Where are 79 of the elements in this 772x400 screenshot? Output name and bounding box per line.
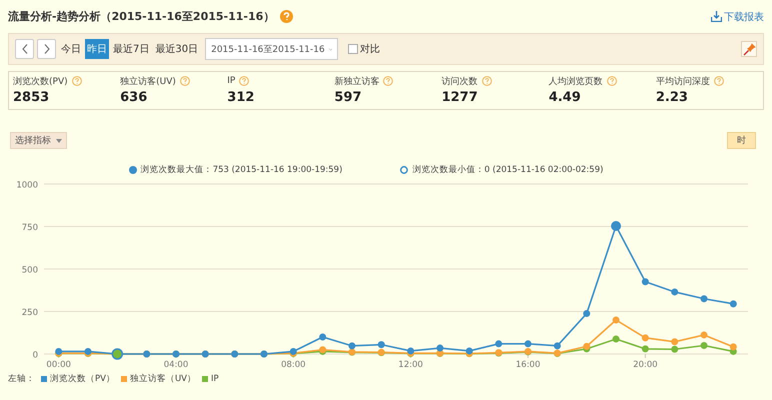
help-icon[interactable] xyxy=(383,76,394,86)
previous-button[interactable] xyxy=(15,39,34,59)
axis-label: 04:00 xyxy=(164,360,188,368)
axis-label: 0 xyxy=(32,350,38,360)
data-point xyxy=(700,295,708,302)
metric-value: 636 xyxy=(120,90,148,105)
date-range-tab[interactable]: 最近7日 xyxy=(111,39,152,59)
metric-value: 2.23 xyxy=(656,90,689,105)
metric-value: 597 xyxy=(334,90,363,105)
hour-button[interactable]: 时 xyxy=(727,132,756,149)
help-icon[interactable] xyxy=(239,76,250,86)
help-icon[interactable] xyxy=(606,76,617,86)
metric-label: IP xyxy=(227,76,236,86)
help-icon[interactable] xyxy=(72,76,82,86)
axis-label: 20:00 xyxy=(633,360,658,368)
compare-checkbox[interactable] xyxy=(348,44,358,54)
caret-icon xyxy=(56,138,62,142)
legend-label[interactable]: IP xyxy=(211,374,219,384)
data-point xyxy=(319,334,326,340)
date-range-dropdown[interactable]: 2015-11-16至2015-11-16 xyxy=(205,38,338,60)
date-range-tab[interactable]: 今日 xyxy=(59,39,83,59)
metric-value: 312 xyxy=(227,90,256,105)
chevron-right-icon xyxy=(44,44,50,54)
metric-value: 4.49 xyxy=(548,90,582,105)
help-icon[interactable] xyxy=(280,10,294,23)
chart-annotation: 浏览次数最小值：0 (2015-11-16 02:00-02:59) xyxy=(412,164,604,176)
metric-label: 访问次数 xyxy=(442,76,478,88)
metric-value: 2853 xyxy=(13,90,50,105)
metric-value: 1277 xyxy=(442,90,479,105)
legend-title: 左轴： xyxy=(8,373,35,385)
axis-label: 500 xyxy=(22,266,38,276)
help-icon[interactable] xyxy=(482,76,492,86)
data-point xyxy=(612,336,620,343)
data-point xyxy=(495,349,502,356)
page-title: 流量分析-趋势分析（2015-11-16至2015-11-16） xyxy=(8,9,274,24)
axis-label: 00:00 xyxy=(46,360,71,368)
axis-label: 250 xyxy=(22,308,38,318)
pushpin-icon xyxy=(742,42,756,56)
max-point-marker xyxy=(611,221,621,231)
data-point xyxy=(612,316,620,324)
legend-swatch xyxy=(41,376,47,382)
data-point xyxy=(583,310,590,318)
legend-swatch xyxy=(120,376,127,382)
filled-dot-icon xyxy=(128,166,137,174)
pin-button[interactable] xyxy=(741,41,757,57)
help-icon[interactable] xyxy=(714,76,724,86)
legend-label[interactable]: 独立访客（UV） xyxy=(130,373,196,385)
metric-label: 浏览次数(PV) xyxy=(13,76,68,88)
legend-swatch xyxy=(202,376,208,382)
metric-selector-dropdown[interactable]: 选择指标 xyxy=(10,132,67,149)
data-point xyxy=(730,300,737,308)
date-range-tab[interactable]: 昨日 xyxy=(85,39,109,59)
metric-label: 新独立访客 xyxy=(334,76,380,88)
chevron-left-icon xyxy=(22,44,28,54)
data-point xyxy=(700,331,708,338)
axis-label: 750 xyxy=(22,223,38,233)
axis-label: 08:00 xyxy=(281,360,306,368)
metric-label: 独立访客(UV) xyxy=(120,76,176,88)
chart-annotation: 浏览次数最大值：753 (2015-11-16 19:00-19:59) xyxy=(140,164,342,176)
hollow-dot-icon xyxy=(400,166,408,174)
axis-label: 12:00 xyxy=(398,360,423,368)
data-point xyxy=(495,340,502,348)
download-link[interactable]: 下载报表 xyxy=(711,10,764,24)
metric-label: 平均访问深度 xyxy=(656,76,710,88)
axis-label: 16:00 xyxy=(516,360,540,368)
help-icon[interactable] xyxy=(180,76,190,86)
data-point xyxy=(642,345,649,352)
download-icon xyxy=(711,11,722,22)
min-point-marker xyxy=(112,348,124,360)
date-range-tab[interactable]: 最近30日 xyxy=(153,39,200,59)
next-button[interactable] xyxy=(37,39,56,59)
data-point xyxy=(642,334,649,342)
legend-label[interactable]: 浏览次数（PV） xyxy=(50,373,115,385)
axis-label: 1000 xyxy=(16,180,38,190)
data-point xyxy=(671,288,678,296)
metric-label: 人均浏览页数 xyxy=(548,76,603,88)
data-point xyxy=(642,278,649,286)
data-point xyxy=(700,342,708,349)
checkbox-label: 对比 xyxy=(360,42,380,56)
